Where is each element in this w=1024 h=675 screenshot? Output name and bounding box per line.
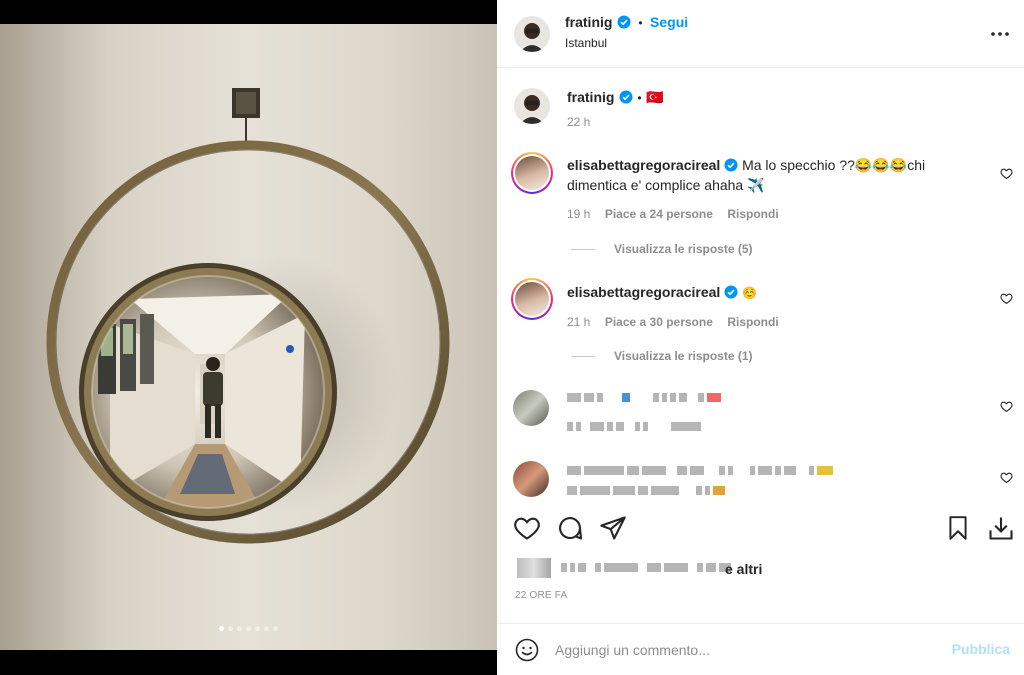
- follow-button[interactable]: Segui: [650, 14, 688, 30]
- carousel-dot[interactable]: [219, 626, 224, 631]
- liker-avatars-pixelated[interactable]: [517, 558, 551, 578]
- commenter-avatar[interactable]: [511, 152, 553, 194]
- comment-username[interactable]: elisabettagregoracireal: [567, 284, 720, 300]
- post-date[interactable]: 22 ORE FA: [515, 590, 567, 601]
- pixelated-comment-username: [567, 466, 833, 475]
- pixelated-comment-meta: [567, 422, 701, 431]
- carousel-dot[interactable]: [237, 626, 242, 631]
- caption-username[interactable]: fratinig: [567, 89, 614, 105]
- caption-avatar-image: [514, 88, 550, 124]
- view-replies-button[interactable]: Visualizza le risposte (5): [614, 242, 753, 256]
- comment-like-heart-icon[interactable]: [1000, 471, 1013, 484]
- verified-badge-icon: [619, 90, 633, 104]
- comment-username[interactable]: elisabettagregoracireal: [567, 157, 720, 173]
- comment-time[interactable]: 21 h: [567, 315, 590, 329]
- comment-input[interactable]: [555, 638, 935, 662]
- pixelated-liker-names: [561, 563, 731, 572]
- add-comment-bar: Pubblica: [497, 623, 1024, 675]
- comment: elisabettagregoracireal Ma lo specchio ?…: [567, 155, 967, 195]
- carousel-dots: [0, 626, 497, 631]
- emoji-smiley-icon[interactable]: [515, 638, 539, 662]
- comment-like-heart-icon[interactable]: [1000, 292, 1013, 305]
- comment-likes[interactable]: Piace a 24 persone: [605, 207, 713, 221]
- pixelated-comment-username: [567, 393, 721, 402]
- comment-like-heart-icon[interactable]: [1000, 400, 1013, 413]
- verified-badge-icon: [724, 158, 738, 172]
- post-location[interactable]: Istanbul: [565, 36, 607, 50]
- reply-button[interactable]: Rispondi: [727, 315, 778, 329]
- publish-button[interactable]: Pubblica: [952, 641, 1010, 657]
- turkey-flag-emoji: 🇹🇷: [646, 89, 664, 105]
- like-heart-icon[interactable]: [513, 514, 541, 542]
- carousel-dot[interactable]: [255, 626, 260, 631]
- comment-likes[interactable]: Piace a 30 persone: [605, 315, 713, 329]
- carousel-dot[interactable]: [246, 626, 251, 631]
- comment-meta: 19 h Piace a 24 persone Rispondi: [567, 205, 779, 223]
- post-photo[interactable]: [0, 24, 497, 650]
- share-send-icon[interactable]: [599, 514, 627, 542]
- replies-line: [571, 356, 595, 357]
- pixelated-avatar[interactable]: [513, 461, 549, 497]
- replies-line: [571, 249, 595, 250]
- author-username[interactable]: fratinig: [565, 14, 612, 30]
- reply-button[interactable]: Rispondi: [727, 207, 778, 221]
- post-header: fratinig • Segui Istanbul: [497, 0, 1024, 68]
- comment-meta: 21 h Piace a 30 persone Rispondi: [567, 313, 779, 331]
- download-icon[interactable]: [987, 514, 1015, 542]
- comment-like-heart-icon[interactable]: [1000, 167, 1013, 180]
- comment-time[interactable]: 19 h: [567, 207, 590, 221]
- caption: fratinig • 🇹🇷: [567, 89, 663, 107]
- pixelated-comment-text: [567, 486, 725, 495]
- comment-bubble-icon[interactable]: [556, 514, 584, 542]
- dot-separator: •: [638, 16, 643, 30]
- carousel-dot[interactable]: [273, 626, 278, 631]
- caption-separator: •: [637, 91, 642, 105]
- pixelated-avatar[interactable]: [513, 390, 549, 426]
- post-detail-panel: fratinig • Segui Istanbul fratinig • 🇹🇷 …: [497, 0, 1024, 675]
- carousel-dot[interactable]: [228, 626, 233, 631]
- likes-others-label[interactable]: e altri: [725, 561, 762, 577]
- save-bookmark-icon[interactable]: [945, 514, 971, 542]
- carousel-dot[interactable]: [264, 626, 269, 631]
- caption-time[interactable]: 22 h: [567, 115, 590, 129]
- comment-text: ☺️: [742, 286, 758, 300]
- view-replies-button[interactable]: Visualizza le risposte (1): [614, 349, 753, 363]
- author-avatar-image: [514, 16, 550, 52]
- more-options-button[interactable]: [990, 24, 1010, 49]
- commenter-avatar[interactable]: [511, 278, 553, 320]
- verified-badge-icon: [724, 285, 738, 299]
- more-horizontal-icon: [991, 32, 1009, 36]
- post-actions-bar: [497, 505, 1024, 553]
- author-avatar[interactable]: [514, 16, 550, 52]
- verified-badge-icon: [617, 15, 631, 29]
- post-media[interactable]: [0, 0, 497, 675]
- mirror-photo-illustration: [46, 88, 450, 544]
- caption-author-avatar[interactable]: [514, 88, 550, 124]
- comment: elisabettagregoracireal ☺️: [567, 282, 967, 303]
